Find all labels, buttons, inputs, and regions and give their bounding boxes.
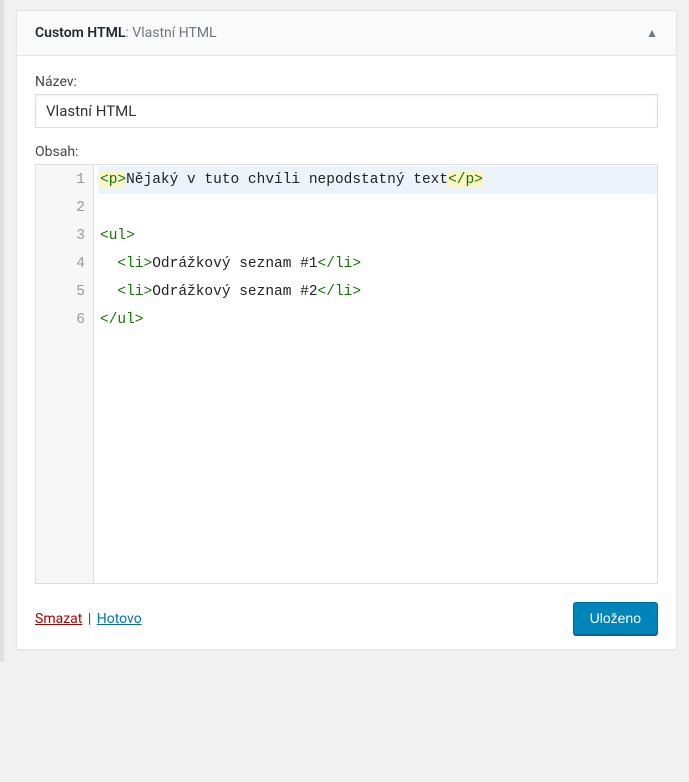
code-text bbox=[100, 256, 117, 272]
code-text: Odrážkový seznam #2 bbox=[152, 284, 317, 300]
widget-title-sub: Vlastní HTML bbox=[132, 25, 216, 41]
name-input[interactable] bbox=[35, 94, 658, 128]
collapse-toggle-icon[interactable]: ▲ bbox=[646, 26, 658, 40]
code-line[interactable]: <li>Odrážkový seznam #1</li> bbox=[98, 250, 657, 278]
close-link[interactable]: Hotovo bbox=[97, 611, 142, 627]
code-line[interactable]: </ul> bbox=[98, 306, 657, 334]
code-editor[interactable]: 123456 <p>Nějaký v tuto chvíli nepodstat… bbox=[35, 164, 658, 584]
delete-link[interactable]: Smazat bbox=[35, 611, 82, 627]
widget-body: Název: Obsah: 123456 <p>Nějaký v tuto ch… bbox=[17, 56, 676, 649]
code-tag: <p> bbox=[100, 172, 126, 188]
footer-separator: | bbox=[84, 611, 94, 627]
name-label: Název: bbox=[35, 74, 658, 90]
line-number: 1 bbox=[36, 166, 85, 194]
code-tag: <ul> bbox=[100, 228, 135, 244]
code-line[interactable]: <li>Odrážkový seznam #2</li> bbox=[98, 278, 657, 306]
line-number: 2 bbox=[36, 194, 85, 222]
code-tag: </li> bbox=[318, 284, 362, 300]
code-text: Odrážkový seznam #1 bbox=[152, 256, 317, 272]
code-tag: <li> bbox=[117, 284, 152, 300]
code-area[interactable]: <p>Nějaký v tuto chvíli nepodstatný text… bbox=[94, 165, 657, 583]
code-tag: </ul> bbox=[100, 312, 144, 328]
footer-links: Smazat | Hotovo bbox=[35, 611, 142, 627]
code-tag: </li> bbox=[318, 256, 362, 272]
widget-box: Custom HTML: Vlastní HTML ▲ Název: Obsah… bbox=[16, 10, 677, 650]
code-line[interactable] bbox=[98, 194, 657, 222]
code-tag: <li> bbox=[117, 256, 152, 272]
code-line[interactable]: <p>Nějaký v tuto chvíli nepodstatný text… bbox=[98, 166, 657, 194]
content-label: Obsah: bbox=[35, 144, 658, 160]
widget-header[interactable]: Custom HTML: Vlastní HTML ▲ bbox=[17, 11, 676, 56]
line-number: 5 bbox=[36, 278, 85, 306]
widget-title: Custom HTML: Vlastní HTML bbox=[35, 25, 217, 41]
code-gutter: 123456 bbox=[36, 165, 94, 583]
save-button[interactable]: Uloženo bbox=[573, 602, 658, 635]
code-text: Nějaký v tuto chvíli nepodstatný text bbox=[126, 172, 448, 188]
line-number: 3 bbox=[36, 222, 85, 250]
line-number: 4 bbox=[36, 250, 85, 278]
code-tag: </p> bbox=[448, 172, 483, 188]
widget-footer: Smazat | Hotovo Uloženo bbox=[35, 602, 658, 635]
line-number: 6 bbox=[36, 306, 85, 334]
widget-title-main: Custom HTML bbox=[35, 25, 125, 41]
widget-wrapper: Custom HTML: Vlastní HTML ▲ Název: Obsah… bbox=[0, 0, 689, 662]
code-line[interactable]: <ul> bbox=[98, 222, 657, 250]
code-text bbox=[100, 284, 117, 300]
